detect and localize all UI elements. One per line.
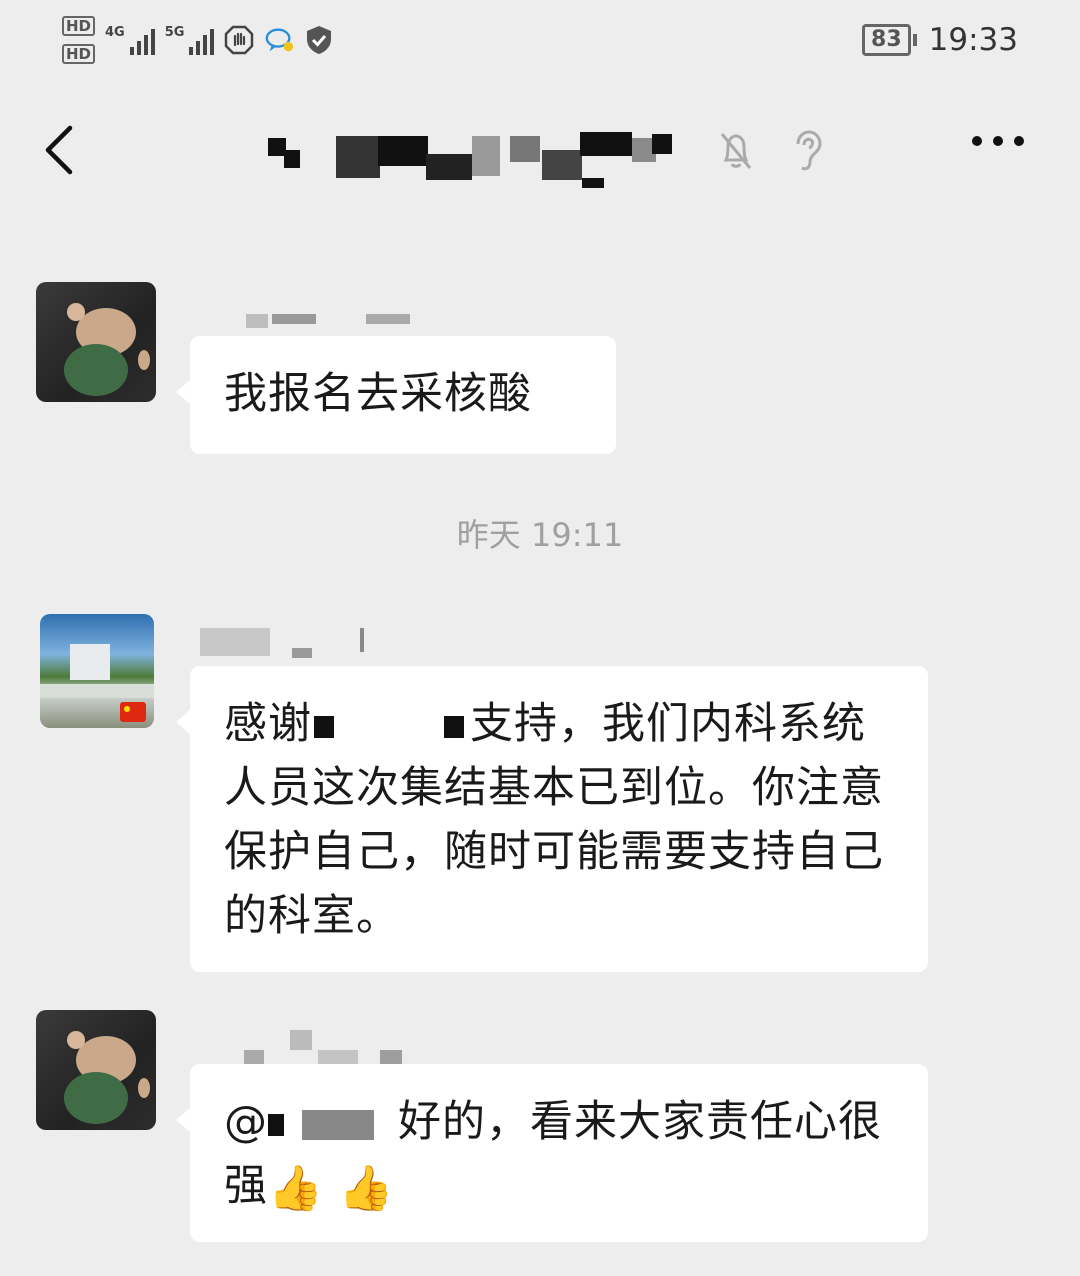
title-status-icons [716,128,824,178]
more-dots-icon[interactable] [972,136,1024,146]
signal-5g-icon: 5G [165,25,215,55]
chat-title-redacted [260,128,680,188]
hand-stop-icon [224,25,254,55]
network-5g-label: 5G [164,25,185,40]
bell-off-icon [716,128,756,178]
status-right: 83 19:33 [862,18,1018,62]
chevron-left-icon[interactable] [34,120,94,180]
avatar[interactable] [36,1010,156,1130]
hd-badge-2: HD [62,44,96,64]
chat-bubble-icon [264,25,294,55]
sender-name-redacted [200,624,380,664]
message-text-before: 感谢 [224,699,312,749]
mention-at: @ [224,1097,268,1147]
status-left: HD HD 4G 5G [62,12,334,68]
message-timestamp: 昨天 19:11 [456,516,624,554]
message-bubble[interactable]: @ 好的，看来大家责任心很强👍 👍 [176,1064,928,1242]
battery-icon: 83 [862,24,917,56]
thumbs-up-icon: 👍 [268,1162,324,1214]
avatar[interactable] [40,614,154,728]
redacted-name [268,1113,284,1136]
chat-header [0,100,1080,210]
network-4g-label: 4G [105,25,125,40]
message-text: 我报名去采核酸 [224,369,532,419]
hd-badge-1: HD [62,16,96,36]
status-bar: HD HD 4G 5G 83 19:33 [0,0,1080,80]
avatar[interactable] [36,282,156,402]
redacted-name [302,1109,374,1140]
hd-indicators: HD HD [62,16,96,64]
thumbs-up-icon: 👍 [338,1162,395,1214]
shield-check-icon [304,25,334,55]
redacted-name [314,715,334,738]
status-clock: 19:33 [928,22,1018,58]
message-bubble[interactable]: 我报名去采核酸 [176,336,616,454]
ear-icon [790,128,824,178]
signal-4g-icon: 4G [105,25,155,55]
redacted-name [444,715,464,738]
battery-level: 83 [862,24,911,56]
message-bubble[interactable]: 感谢 支持，我们内科系统人员这次集结基本已到位。你注意保护自己，随时可能需要支持自… [176,666,928,972]
